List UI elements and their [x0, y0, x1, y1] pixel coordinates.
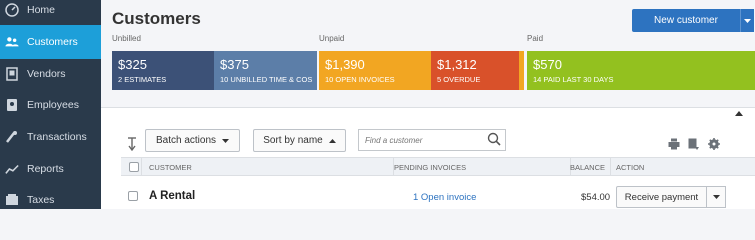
row-checkbox[interactable] [128, 191, 138, 201]
customers-icon [5, 35, 19, 49]
estimates-tile[interactable]: $325 2 ESTIMATES [112, 51, 214, 90]
tile-caption: 2 ESTIMATES [118, 75, 167, 84]
new-customer-dropdown-button[interactable] [740, 9, 754, 32]
column-header-customer[interactable]: CUSTOMER [149, 163, 192, 172]
sidebar-item-label: Taxes [27, 194, 55, 206]
sidebar-item-employees[interactable]: Employees [0, 88, 101, 122]
transactions-icon [5, 130, 19, 144]
caret-down-icon [222, 138, 230, 143]
column-header-pending-invoices: PENDING INVOICES [394, 163, 467, 172]
overdue-tile[interactable]: $1,312 5 OVERDUE [431, 51, 519, 90]
sort-by-button[interactable]: Sort by name [253, 129, 346, 152]
sidebar-item-label: Reports [27, 163, 64, 175]
paid-tile[interactable]: $570 14 PAID LAST 30 DAYS [527, 51, 755, 90]
balance-value: $54.00 [581, 192, 611, 203]
reports-icon [5, 162, 19, 176]
collapse-summary-button[interactable] [729, 108, 749, 119]
column-divider [610, 158, 611, 176]
select-all-checkbox[interactable] [129, 162, 139, 172]
sidebar-item-label: Employees [27, 99, 79, 111]
sidebar: Home Customers Vendors Employees Transac… [0, 0, 101, 209]
tile-caption: 10 UNBILLED TIME & COS [220, 75, 313, 84]
sidebar-item-vendors[interactable]: Vendors [0, 57, 101, 91]
caret-up-icon [328, 138, 336, 143]
taxes-icon [5, 193, 19, 207]
column-header-action: ACTION [616, 163, 645, 172]
unbilled-time-tile[interactable]: $375 10 UNBILLED TIME & COS [214, 51, 317, 90]
table-header: CUSTOMER PENDING INVOICES BALANCE ACTION [121, 157, 755, 176]
receive-payment-button[interactable]: Receive payment [616, 186, 707, 208]
unpaid-separator [519, 51, 524, 90]
tile-caption: 5 OVERDUE [437, 75, 481, 84]
employees-icon [5, 98, 19, 112]
open-invoice-link[interactable]: 1 Open invoice [413, 192, 476, 203]
paid-label: Paid [527, 34, 544, 43]
print-icon[interactable] [668, 138, 680, 153]
sidebar-item-label: Customers [27, 36, 78, 48]
open-invoices-tile[interactable]: $1,390 10 OPEN INVOICES [319, 51, 431, 90]
unpaid-label: Unpaid [319, 34, 345, 43]
vendors-icon [5, 67, 19, 81]
sidebar-item-label: Vendors [27, 68, 66, 80]
tile-amount: $325 [118, 57, 147, 72]
dashboard-icon [5, 3, 19, 17]
search-input[interactable] [365, 133, 485, 147]
sidebar-item-label: Home [27, 4, 56, 16]
sort-by-label: Sort by name [263, 135, 323, 146]
tile-caption: 10 OPEN INVOICES [325, 75, 395, 84]
export-icon[interactable] [688, 138, 700, 153]
gear-icon[interactable] [708, 138, 720, 153]
row-action-dropdown-button[interactable] [707, 186, 726, 208]
column-divider [141, 158, 142, 176]
column-header-balance: BALANCE [570, 163, 606, 172]
caret-down-icon [744, 18, 751, 23]
batch-actions-button[interactable]: Batch actions [145, 129, 240, 152]
batch-actions-label: Batch actions [155, 135, 217, 146]
new-customer-button[interactable]: New customer [632, 9, 740, 32]
sidebar-item-label: Transactions [27, 131, 87, 143]
sort-order-icon[interactable] [127, 137, 137, 154]
sidebar-item-customers[interactable]: Customers [0, 25, 101, 59]
search-icon[interactable] [487, 132, 501, 149]
chevron-up-icon [735, 111, 743, 116]
customer-search [358, 129, 506, 151]
page-title: Customers [112, 9, 201, 28]
tile-amount: $375 [220, 57, 249, 72]
main-content: Customers New customer Unbilled Unpaid P… [101, 0, 755, 209]
sidebar-item-reports[interactable]: Reports [0, 152, 101, 186]
sidebar-item-home[interactable]: Home [0, 0, 101, 27]
tile-amount: $1,312 [437, 57, 477, 72]
customer-name[interactable]: A Rental [149, 190, 195, 202]
table-row: A Rental 1 Open invoice $54.00 Receive p… [121, 176, 755, 209]
sidebar-item-transactions[interactable]: Transactions [0, 120, 101, 154]
tile-caption: 14 PAID LAST 30 DAYS [533, 75, 614, 84]
tile-amount: $1,390 [325, 57, 365, 72]
sidebar-item-taxes[interactable]: Taxes [0, 183, 101, 217]
unbilled-label: Unbilled [112, 34, 141, 43]
tile-amount: $570 [533, 57, 562, 72]
caret-down-icon [712, 195, 720, 199]
